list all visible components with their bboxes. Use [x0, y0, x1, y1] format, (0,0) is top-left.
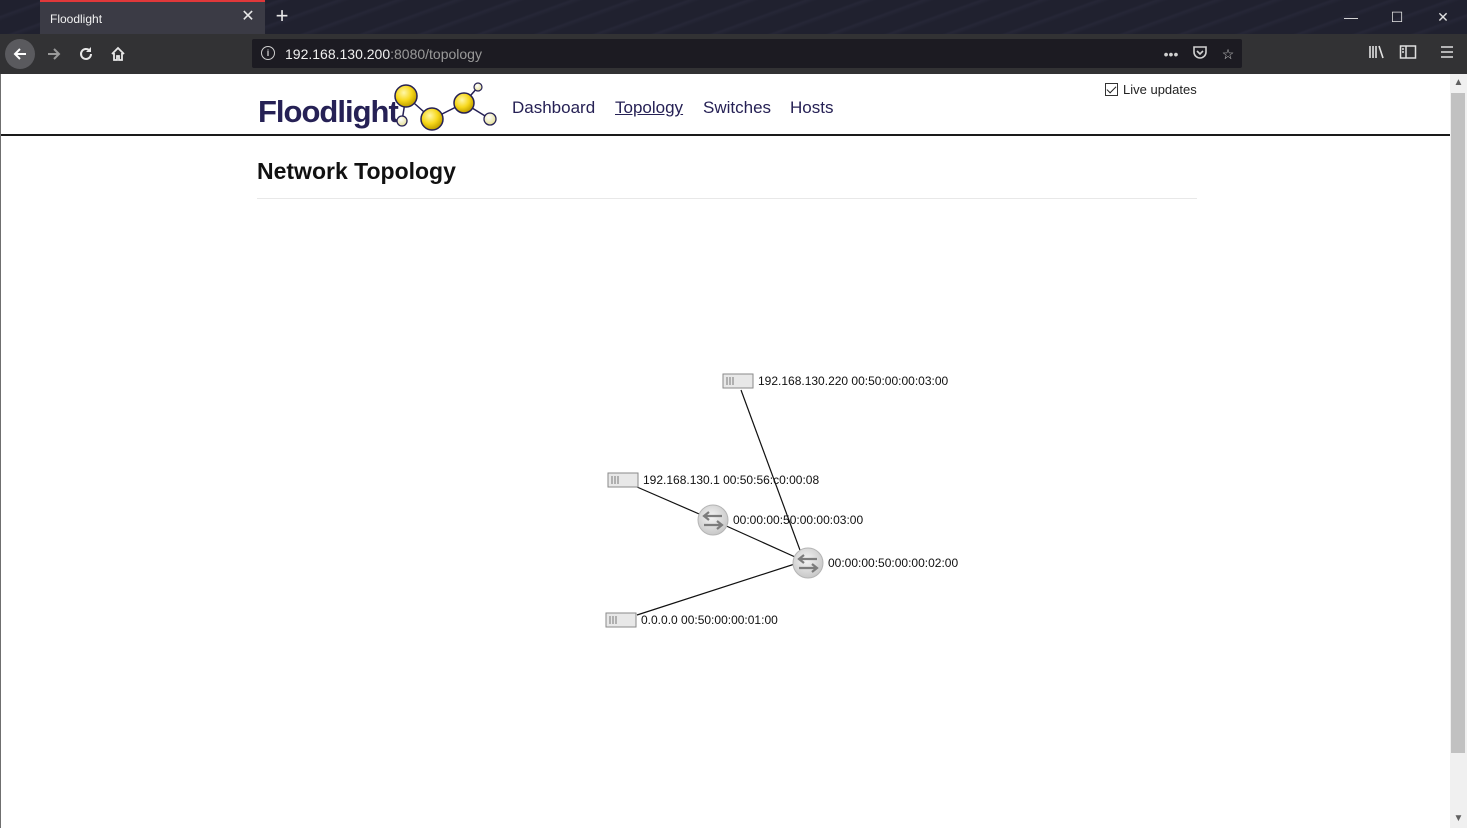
switch-label: 00:00:00:50:00:00:02:00: [828, 556, 958, 570]
host-node[interactable]: 192.168.130.220 00:50:00:00:03:00: [722, 373, 949, 389]
host-label: 0.0.0.0 00:50:00:00:01:00: [641, 613, 778, 627]
home-icon: [111, 46, 125, 61]
reload-icon: [80, 47, 92, 60]
new-tab-icon[interactable]: +: [272, 5, 292, 27]
host-node[interactable]: 0.0.0.0 00:50:00:00:01:00: [605, 612, 778, 628]
tab-title: Floodlight: [50, 12, 103, 26]
page-viewport: Floodlight Dashboard Topology Switches H…: [0, 74, 1450, 828]
switch-node[interactable]: 00:00:00:50:00:00:02:00: [792, 547, 958, 579]
back-arrow-icon: [13, 48, 26, 60]
close-tab-icon[interactable]: ✕: [239, 8, 257, 26]
browser-window: Floodlight ✕ + — ☐ ✕ i 192.168.130.200:8…: [0, 0, 1467, 828]
navigation-toolbar: i 192.168.130.200:8080/topology ••• ☆: [0, 34, 1467, 74]
sidebar-icon[interactable]: [1397, 44, 1419, 64]
pocket-icon[interactable]: [1190, 44, 1210, 64]
close-window-icon[interactable]: ✕: [1433, 7, 1453, 27]
maximize-icon[interactable]: ☐: [1387, 7, 1407, 27]
reload-button[interactable]: [71, 39, 101, 69]
library-icon[interactable]: [1366, 44, 1388, 64]
switch-node[interactable]: 00:00:00:50:00:00:03:00: [697, 504, 863, 536]
site-info-icon[interactable]: i: [261, 46, 275, 60]
menu-icon[interactable]: [1436, 44, 1458, 64]
host-label: 192.168.130.220 00:50:00:00:03:00: [758, 374, 949, 388]
switch-icon: [792, 547, 824, 579]
url-host: 192.168.130.200: [285, 46, 391, 62]
topology-graph: 192.168.130.220 00:50:00:00:03:00 192.168…: [605, 373, 958, 628]
scroll-down-icon[interactable]: ▼: [1452, 812, 1465, 826]
bookmark-star-icon[interactable]: ☆: [1218, 44, 1238, 64]
url-text[interactable]: 192.168.130.200:8080/topology: [285, 46, 482, 62]
forward-button[interactable]: [39, 39, 69, 69]
host-label: 192.168.130.1 00:50:56:c0:00:08: [643, 473, 819, 487]
minimize-icon[interactable]: —: [1341, 7, 1361, 27]
scroll-up-icon[interactable]: ▲: [1452, 76, 1465, 90]
switch-label: 00:00:00:50:00:00:03:00: [733, 513, 863, 527]
tab-strip: Floodlight ✕ + — ☐ ✕: [0, 0, 1467, 34]
scrollbar-thumb[interactable]: [1451, 93, 1465, 753]
url-path: :8080/topology: [390, 46, 482, 62]
back-button[interactable]: [5, 39, 35, 69]
forward-arrow-icon: [48, 48, 61, 60]
switch-icon: [697, 504, 729, 536]
host-node[interactable]: 192.168.130.1 00:50:56:c0:00:08: [607, 472, 819, 488]
url-bar[interactable]: i 192.168.130.200:8080/topology ••• ☆: [252, 39, 1242, 68]
tab-floodlight[interactable]: Floodlight ✕: [40, 0, 265, 34]
page-actions-icon[interactable]: •••: [1161, 44, 1181, 64]
home-button[interactable]: [103, 39, 133, 69]
topology-link: [636, 560, 805, 616]
